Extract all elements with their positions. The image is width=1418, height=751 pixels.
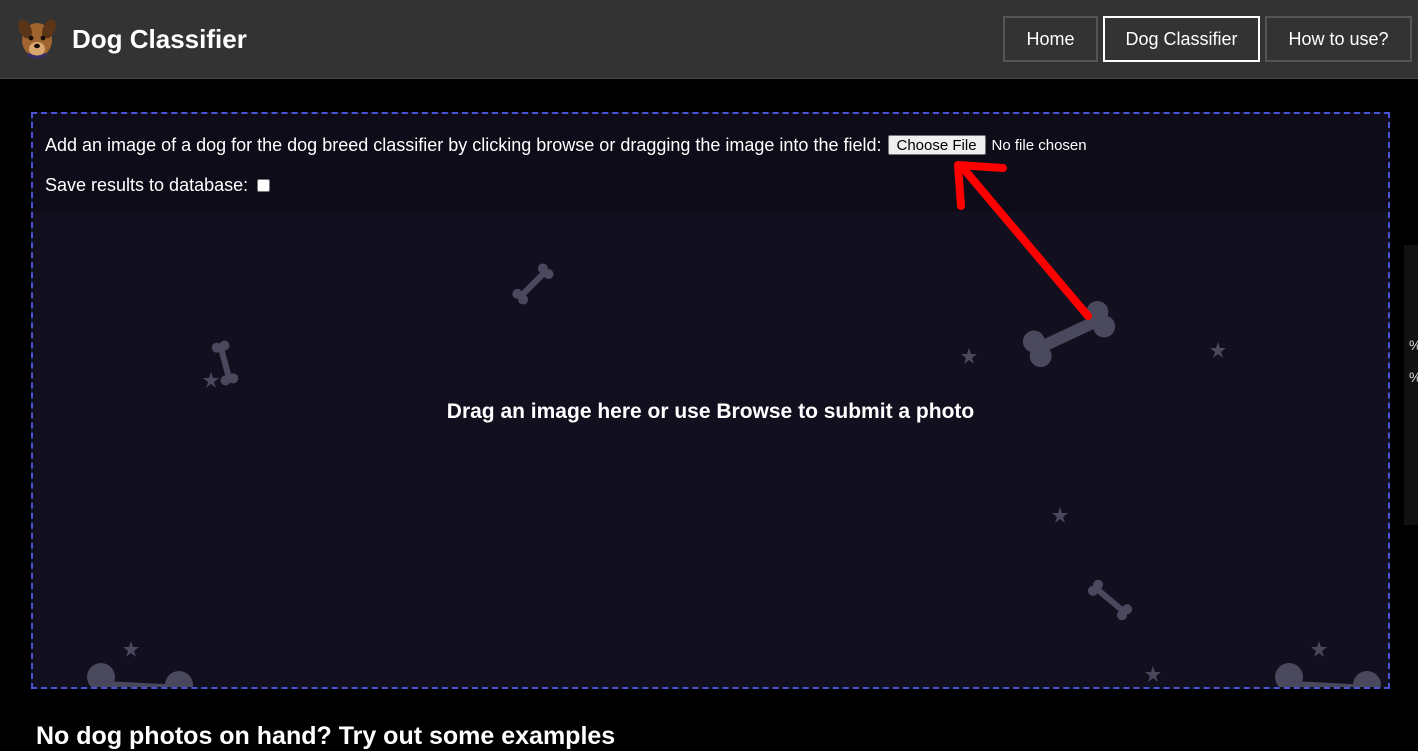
bone-icon (512, 263, 554, 305)
save-row: Save results to database: (45, 174, 271, 196)
image-drop-zone[interactable]: Add an image of a dog for the dog breed … (31, 112, 1390, 689)
bone-icon (1022, 300, 1116, 368)
star-icon (123, 641, 139, 657)
dog-logo-icon (18, 19, 56, 59)
upload-panel: Add an image of a dog for the dog breed … (33, 114, 1388, 212)
bone-icon (1275, 663, 1381, 687)
drop-prompt: Drag an image here or use Browse to subm… (446, 400, 975, 423)
moon-icon (1230, 516, 1239, 526)
navbar: Dog Classifier Home Dog Classifier How t… (0, 0, 1418, 79)
star-icon (1210, 342, 1226, 358)
side-fragment-text: % (1409, 337, 1418, 353)
bone-icon (1087, 579, 1133, 621)
save-label: Save results to database: (45, 174, 249, 195)
star-icon (1311, 641, 1327, 657)
nav-home-button[interactable]: Home (1003, 16, 1098, 62)
star-icon (203, 372, 219, 388)
examples-heading: No dog photos on hand? Try out some exam… (36, 722, 616, 750)
side-fragment-text: % (1409, 369, 1418, 385)
bone-icon (211, 340, 239, 386)
star-icon (961, 348, 977, 364)
nav-how-to-use-button[interactable]: How to use? (1265, 16, 1412, 62)
moon-icon (44, 516, 53, 526)
star-icon (1145, 666, 1161, 682)
brand[interactable]: Dog Classifier (14, 16, 247, 62)
upload-instruction: Add an image of a dog for the dog breed … (45, 134, 882, 155)
save-to-database-checkbox[interactable] (257, 178, 271, 192)
side-panel-fragment: % % (1404, 245, 1418, 525)
upload-row: Add an image of a dog for the dog breed … (45, 133, 1087, 157)
app-title: Dog Classifier (72, 23, 247, 54)
choose-file-button[interactable]: Choose File (887, 135, 986, 155)
bone-icon (87, 663, 193, 687)
nav-dog-classifier-button[interactable]: Dog Classifier (1103, 16, 1260, 62)
file-status: No file chosen (991, 136, 1087, 154)
star-icon (1052, 507, 1068, 523)
